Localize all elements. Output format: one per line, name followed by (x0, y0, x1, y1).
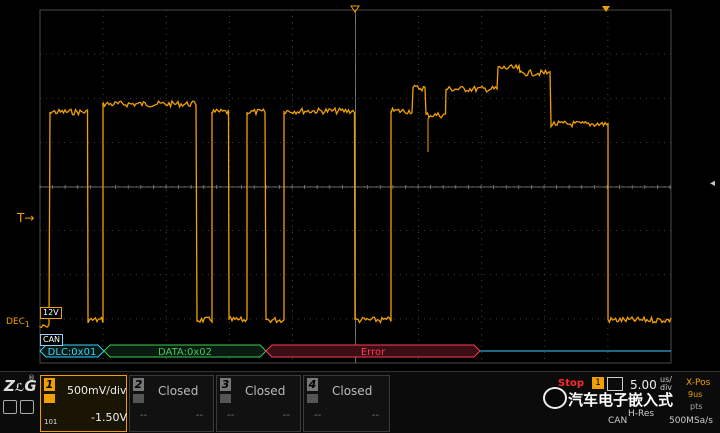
watermark-text: 汽车电子嵌入式 (568, 391, 674, 409)
storage-icon[interactable] (20, 400, 34, 414)
run-stop-button[interactable]: Stop (558, 378, 584, 389)
wechat-icon (543, 387, 567, 409)
channel-4-scale: -- (314, 410, 322, 421)
side-panel-handle-icon[interactable]: ◂ (710, 178, 715, 189)
channel-1-scale: 500mV/div (67, 384, 127, 397)
channel-1-menu-icon[interactable] (44, 394, 55, 403)
channel-3-offset: -- (282, 410, 290, 421)
channel-4-number: 4 (307, 378, 318, 391)
decode-protocol-label: CAN (608, 416, 628, 426)
channel-3-panel[interactable]: 3 Closed -- -- (216, 375, 301, 432)
points-label: pts (690, 402, 703, 411)
decode-label: DEC (6, 317, 25, 327)
decode-index: 1 (24, 319, 30, 329)
channel-4-menu-icon[interactable] (307, 394, 318, 403)
xpos-marker (602, 6, 610, 12)
channel-2-state: Closed (158, 384, 199, 398)
bus-frame-label-1: DLC:0x01 (48, 347, 97, 358)
channel-4-offset: -- (371, 410, 379, 421)
scope-screen: DLC:0x01 DATA:0x02 Error T→ DEC1 12V CAN ◂… (0, 0, 720, 433)
trigger-arrow-icon: → (24, 211, 35, 225)
channel-1-number: 1 (44, 378, 55, 391)
channel-2-offset: -- (195, 410, 203, 421)
channel-1-signal-icon: 101 (44, 418, 58, 426)
xpos-label: X-Pos (686, 378, 711, 388)
channel-1-offset: -1.50V (91, 411, 127, 424)
trigger-level-marker[interactable]: T→ (17, 211, 34, 225)
decode-marker[interactable]: DEC1 (6, 317, 30, 329)
channel-2-scale: -- (140, 410, 148, 421)
trigger-source[interactable]: 1 (592, 377, 604, 389)
settings-icon[interactable] (3, 400, 17, 414)
bus-frame-label-2: DATA:0x02 (158, 347, 212, 358)
channel-2-number: 2 (133, 378, 144, 391)
can-decode-bus: DLC:0x01 DATA:0x02 Error (39, 344, 671, 358)
xpos-value[interactable]: 9us (688, 390, 702, 399)
channel-3-scale: -- (227, 410, 235, 421)
channel-2-panel[interactable]: 2 Closed -- -- (129, 375, 214, 432)
sample-rate: 500MSa/s (669, 416, 713, 426)
acquisition-mode[interactable]: H-Res (628, 409, 654, 419)
registered-mark: ® (28, 374, 35, 382)
channel-4-panel[interactable]: 4 Closed -- -- (303, 375, 390, 432)
threshold-badge: 12V (40, 307, 62, 319)
waveform-display: DLC:0x01 DATA:0x02 Error (39, 5, 672, 364)
channel-1-panel[interactable]: 1 500mV/div -1.50V 101 (40, 375, 127, 432)
channel-3-number: 3 (220, 378, 231, 391)
channel-2-menu-icon[interactable] (133, 394, 144, 403)
bus-frame-label-3: Error (361, 347, 386, 358)
channel-3-menu-icon[interactable] (220, 394, 231, 403)
protocol-badge: CAN (40, 334, 64, 346)
channel-3-state: Closed (245, 384, 286, 398)
channel-4-state: Closed (332, 384, 373, 398)
trigger-position-marker (350, 5, 360, 13)
